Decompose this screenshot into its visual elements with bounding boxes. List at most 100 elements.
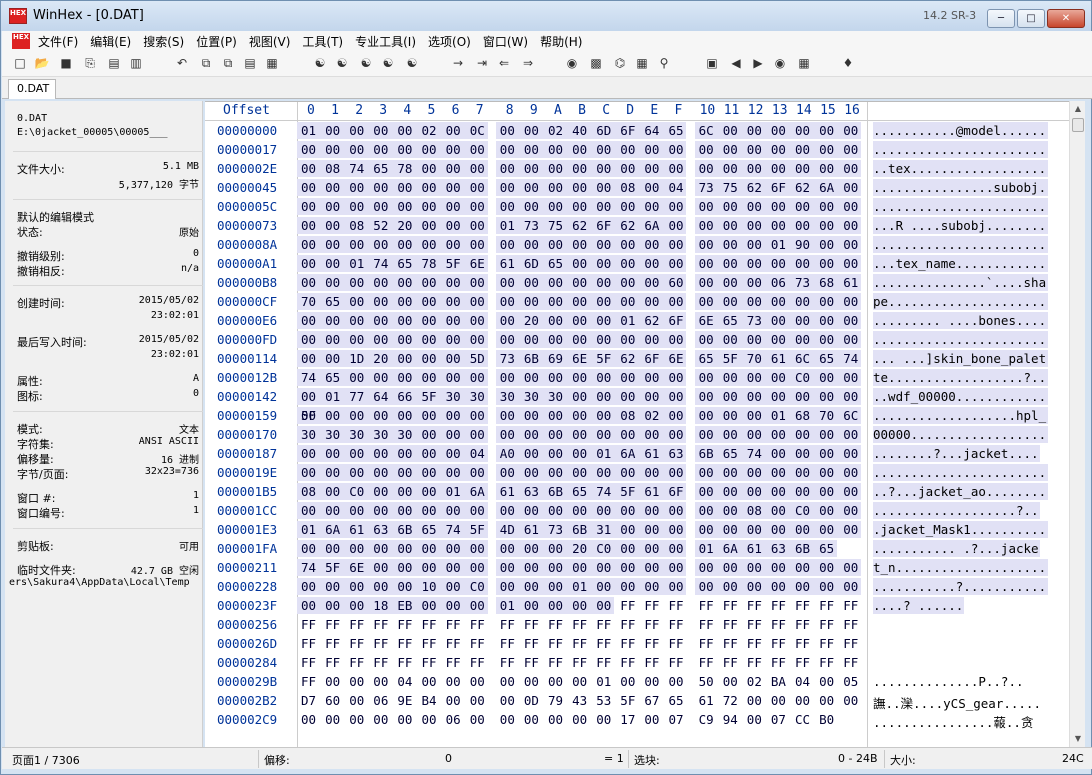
hex-byte[interactable]: 75 — [548, 218, 568, 233]
hex-byte[interactable]: 00 — [747, 256, 767, 271]
hex-byte[interactable]: FF — [397, 655, 417, 670]
hex-byte[interactable]: FF — [819, 617, 839, 632]
hex-byte[interactable]: 01 — [301, 522, 321, 537]
hex-byte[interactable]: 00 — [771, 579, 791, 594]
hex-byte[interactable]: 00 — [373, 484, 393, 499]
menu-item-9[interactable]: 帮助(H) — [540, 33, 588, 50]
hex-byte[interactable]: 00 — [572, 408, 592, 423]
ascii-text[interactable]: ...........@model...... — [873, 123, 1046, 138]
hex-byte[interactable]: 00 — [446, 579, 466, 594]
replace-text-icon[interactable]: ☯ — [358, 55, 374, 71]
hex-byte[interactable]: 00 — [397, 408, 417, 423]
hex-byte[interactable]: 00 — [771, 427, 791, 442]
hex-byte[interactable]: FF — [446, 617, 466, 632]
hex-byte[interactable]: 00 — [349, 275, 369, 290]
hex-byte[interactable]: 65 — [723, 446, 743, 461]
hex-row[interactable]: 00000170 30 30 30 30 30 00 00 00 00 00 00… — [205, 425, 1069, 444]
hex-byte[interactable]: FF — [397, 636, 417, 651]
ascii-text[interactable]: ...........?........... — [873, 579, 1046, 594]
hex-byte[interactable]: 00 — [596, 427, 616, 442]
hex-byte[interactable]: 00 — [723, 161, 743, 176]
hex-byte[interactable]: 6E — [669, 351, 689, 366]
hex-byte[interactable]: 00 — [795, 389, 815, 404]
ascii-text[interactable]: ........?...jacket.... — [873, 446, 1039, 461]
hex-byte[interactable]: 00 — [373, 465, 393, 480]
hex-byte[interactable]: 74 — [596, 484, 616, 499]
hex-byte[interactable]: 00 — [843, 503, 863, 518]
hex-byte[interactable]: 73 — [699, 180, 719, 195]
hex-byte[interactable]: 00 — [699, 256, 719, 271]
hex-byte[interactable]: 00 — [301, 465, 321, 480]
ascii-text[interactable]: ....................... — [873, 199, 1046, 214]
hex-byte[interactable]: 00 — [422, 332, 442, 347]
hex-byte[interactable]: 04 — [795, 674, 815, 689]
hex-byte[interactable]: 00 — [596, 275, 616, 290]
hex-byte[interactable]: 6E — [699, 313, 719, 328]
hex-byte[interactable]: 00 — [548, 446, 568, 461]
hex-byte[interactable]: 00 — [422, 180, 442, 195]
hex-byte[interactable]: 00 — [620, 389, 640, 404]
binary-icon[interactable]: ▦ — [264, 55, 280, 71]
scroll-thumb[interactable] — [1072, 118, 1084, 132]
hex-byte[interactable]: 00 — [446, 275, 466, 290]
hex-byte[interactable]: FF — [397, 617, 417, 632]
paste-icon[interactable]: ▤ — [242, 55, 258, 71]
ascii-text[interactable]: ....? ...... — [873, 598, 963, 613]
hex-byte[interactable]: 00 — [524, 598, 544, 613]
hex-byte[interactable]: FF — [422, 655, 442, 670]
hex-byte[interactable]: 5F — [620, 693, 640, 708]
hex-byte[interactable]: 00 — [843, 560, 863, 575]
hex-byte[interactable]: 00 — [301, 180, 321, 195]
hex-byte[interactable]: C0 — [470, 579, 490, 594]
hex-byte[interactable]: FF — [747, 636, 767, 651]
hex-byte[interactable]: 60 — [669, 275, 689, 290]
hex-byte[interactable]: FF — [548, 636, 568, 651]
ascii-text[interactable]: 00000.................. — [873, 427, 1046, 442]
hex-byte[interactable]: FF — [572, 636, 592, 651]
hex-byte[interactable]: 00 — [819, 237, 839, 252]
hex-byte[interactable]: 30 — [373, 427, 393, 442]
hex-byte[interactable]: 00 — [723, 275, 743, 290]
hex-byte[interactable]: FF — [373, 636, 393, 651]
hex-byte[interactable]: 00 — [500, 332, 520, 347]
hex-byte[interactable]: 00 — [620, 541, 640, 556]
hex-byte[interactable]: 06 — [373, 693, 393, 708]
hex-byte[interactable]: 00 — [819, 693, 839, 708]
hex-byte[interactable]: 00 — [771, 142, 791, 157]
hex-byte[interactable]: 6C — [795, 351, 815, 366]
hex-byte[interactable]: 01 — [301, 123, 321, 138]
hex-byte[interactable]: 00 — [446, 313, 466, 328]
hex-byte[interactable]: 04 — [470, 446, 490, 461]
hex-byte[interactable]: 31 — [596, 522, 616, 537]
hex-byte[interactable]: 00 — [572, 237, 592, 252]
hex-byte[interactable]: 00 — [572, 313, 592, 328]
hex-byte[interactable]: 00 — [373, 180, 393, 195]
hex-byte[interactable]: 00 — [548, 161, 568, 176]
hex-byte[interactable]: 64 — [644, 123, 664, 138]
hex-byte[interactable]: 00 — [669, 370, 689, 385]
hex-byte[interactable]: 00 — [301, 313, 321, 328]
hex-byte[interactable]: 00 — [325, 465, 345, 480]
hex-byte[interactable]: 00 — [500, 693, 520, 708]
hex-byte[interactable]: 00 — [349, 294, 369, 309]
hex-byte[interactable]: 00 — [446, 142, 466, 157]
menu-item-8[interactable]: 窗口(W) — [483, 33, 534, 50]
hex-byte[interactable]: 01 — [446, 484, 466, 499]
hex-byte[interactable]: 00 — [470, 275, 490, 290]
hex-byte[interactable]: 00 — [446, 674, 466, 689]
hex-byte[interactable]: 00 — [771, 313, 791, 328]
hex-byte[interactable]: 00 — [422, 370, 442, 385]
hex-byte[interactable]: 00 — [771, 199, 791, 214]
hex-byte[interactable]: 79 — [548, 693, 568, 708]
hex-byte[interactable]: 62 — [620, 351, 640, 366]
hex-byte[interactable]: 6B — [397, 522, 417, 537]
hex-byte[interactable]: 75 — [723, 180, 743, 195]
hex-byte[interactable]: 00 — [819, 389, 839, 404]
document-icon[interactable]: HEX — [12, 33, 30, 49]
hex-byte[interactable]: 00 — [373, 541, 393, 556]
ascii-text[interactable]: ..wdf_00000............ — [873, 389, 1046, 404]
hex-byte[interactable]: FF — [500, 617, 520, 632]
hex-row[interactable]: 00000114 00 00 1D 20 00 00 00 5D 73 6B 69… — [205, 349, 1069, 368]
hex-byte[interactable]: 00 — [446, 294, 466, 309]
hex-row[interactable]: 000000CF 70 65 00 00 00 00 00 00 00 00 00… — [205, 292, 1069, 311]
